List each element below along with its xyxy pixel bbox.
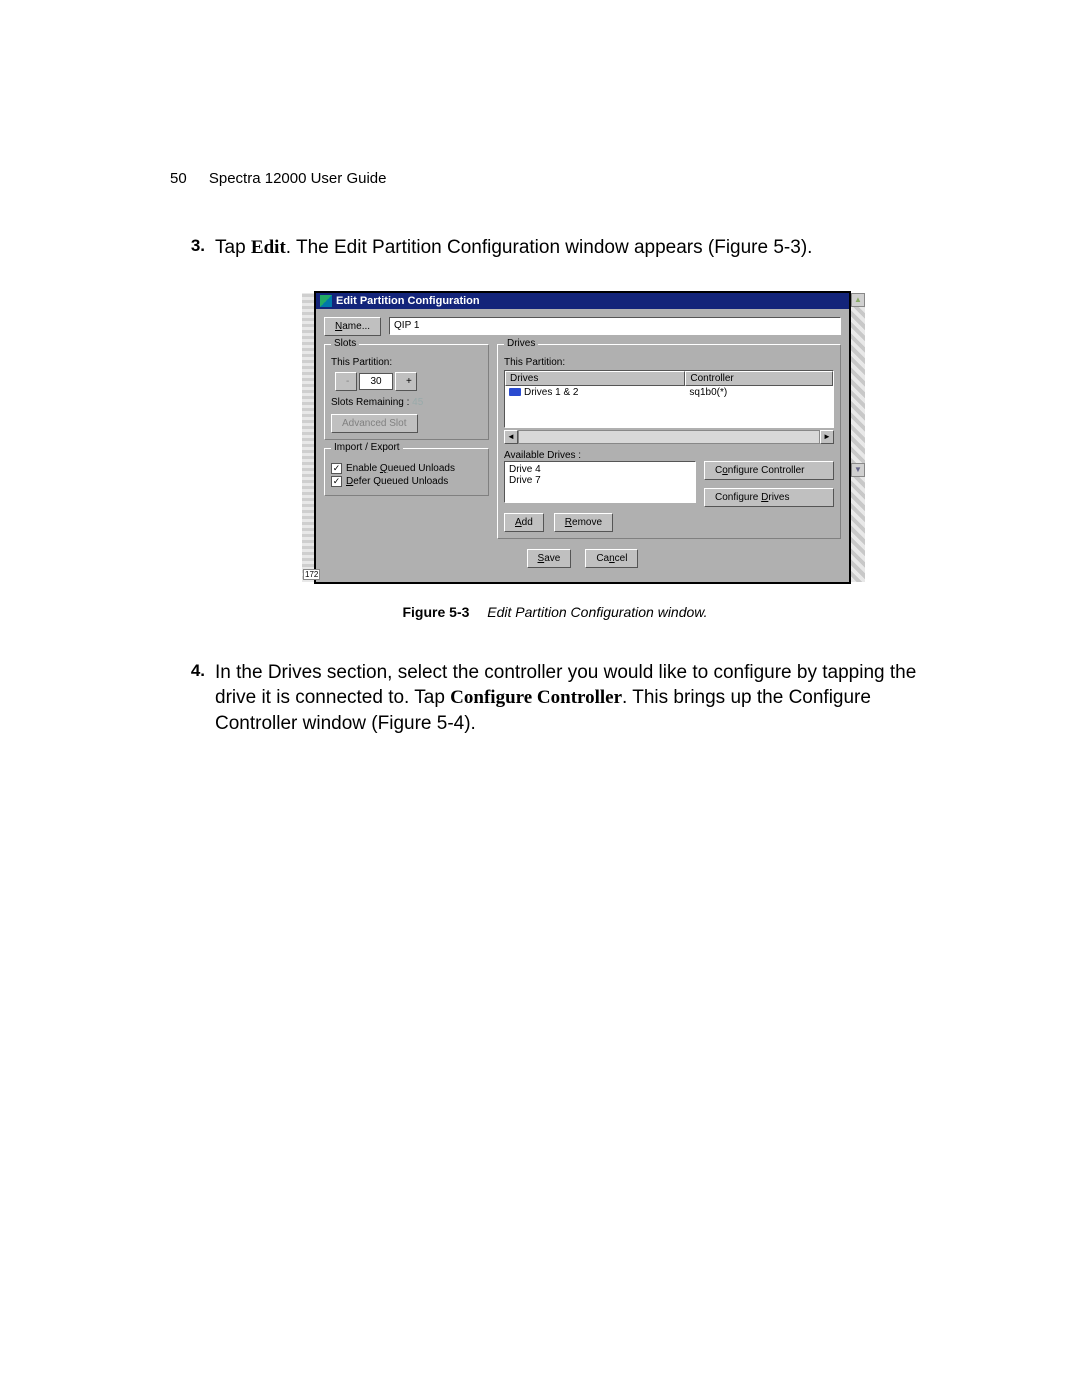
- drives-horizontal-scrollbar[interactable]: ◄ ►: [504, 430, 834, 444]
- figure-label: Figure 5-3: [402, 604, 469, 620]
- list-item[interactable]: Drive 7: [509, 475, 691, 486]
- right-scrollbar: ▲ ▼: [851, 293, 865, 582]
- slots-remaining: Slots Remaining : 45: [331, 397, 482, 408]
- step-4-text: In the Drives section, select the contro…: [215, 660, 940, 737]
- page-number: 50: [170, 170, 187, 187]
- step-3-text: Tap Edit. The Edit Partition Configurati…: [215, 235, 940, 261]
- checkbox-checked-icon: ✓: [331, 463, 342, 474]
- figure-5-3-screenshot: 172 ▲ ▼ Edit Partition Configuration Nam…: [314, 291, 851, 584]
- slots-group: This Partition: - 30 + Slots Remaining :…: [324, 344, 489, 440]
- partition-name-input[interactable]: QIP 1: [389, 317, 841, 335]
- drives-group: This Partition: Drives Controller Drives…: [497, 344, 841, 539]
- drive-row[interactable]: Drives 1 & 2 sq1b0(*): [505, 386, 833, 399]
- slots-value[interactable]: 30: [359, 373, 393, 390]
- scroll-left-icon[interactable]: ◄: [504, 430, 518, 444]
- system-menu-icon[interactable]: [320, 295, 332, 307]
- controller-column-header: Controller: [685, 371, 833, 386]
- window-titlebar: Edit Partition Configuration: [316, 293, 849, 309]
- window-title: Edit Partition Configuration: [336, 295, 480, 307]
- drives-listbox[interactable]: Drives Controller Drives 1 & 2 sq1b0(*): [504, 370, 834, 428]
- name-button[interactable]: Name...: [324, 317, 381, 336]
- running-header: 50 Spectra 12000 User Guide: [170, 170, 940, 187]
- tape-icon: [509, 388, 521, 396]
- add-button[interactable]: Add: [504, 513, 544, 532]
- defer-queued-unloads-checkbox[interactable]: ✓ Defer Queued Unloads: [331, 476, 482, 487]
- drives-this-partition-label: This Partition:: [504, 357, 834, 368]
- step-4-number: 4.: [170, 660, 215, 737]
- available-drives-listbox[interactable]: Drive 4 Drive 7: [504, 461, 696, 503]
- step-4: 4. In the Drives section, select the con…: [170, 660, 940, 737]
- enable-queued-unloads-checkbox[interactable]: ✓ Enable Queued Unloads: [331, 463, 482, 474]
- slots-decrement-button[interactable]: -: [335, 372, 357, 391]
- edit-partition-window: 172 ▲ ▼ Edit Partition Configuration Nam…: [314, 291, 851, 584]
- advanced-slot-button[interactable]: Advanced Slot: [331, 414, 418, 433]
- configure-controller-button[interactable]: Configure Controller: [704, 461, 834, 480]
- figure-5-3-caption: Figure 5-3 Edit Partition Configuration …: [170, 604, 940, 620]
- scroll-down-icon[interactable]: ▼: [851, 463, 865, 477]
- import-export-group: ✓ Enable Queued Unloads ✓ Defer Queued U…: [324, 448, 489, 496]
- remove-button[interactable]: Remove: [554, 513, 613, 532]
- figure-caption-text: Edit Partition Configuration window.: [487, 604, 707, 620]
- doc-title: Spectra 12000 User Guide: [209, 170, 387, 187]
- save-button[interactable]: Save: [527, 549, 572, 568]
- drives-column-header: Drives: [505, 371, 685, 386]
- scroll-right-icon[interactable]: ►: [820, 430, 834, 444]
- configure-drives-button[interactable]: Configure Drives: [704, 488, 834, 507]
- slots-increment-button[interactable]: +: [395, 372, 417, 391]
- list-item[interactable]: Drive 4: [509, 464, 691, 475]
- slots-this-partition-label: This Partition:: [331, 357, 482, 368]
- left-decoration: 172: [302, 293, 314, 582]
- cancel-button[interactable]: Cancel: [585, 549, 638, 568]
- scroll-up-icon[interactable]: ▲: [851, 293, 865, 307]
- step-3-number: 3.: [170, 235, 215, 261]
- step-3: 3. Tap Edit. The Edit Partition Configur…: [170, 235, 940, 261]
- ticker-label: 172: [303, 569, 320, 580]
- checkbox-checked-icon: ✓: [331, 476, 342, 487]
- available-drives-label: Available Drives :: [504, 450, 834, 461]
